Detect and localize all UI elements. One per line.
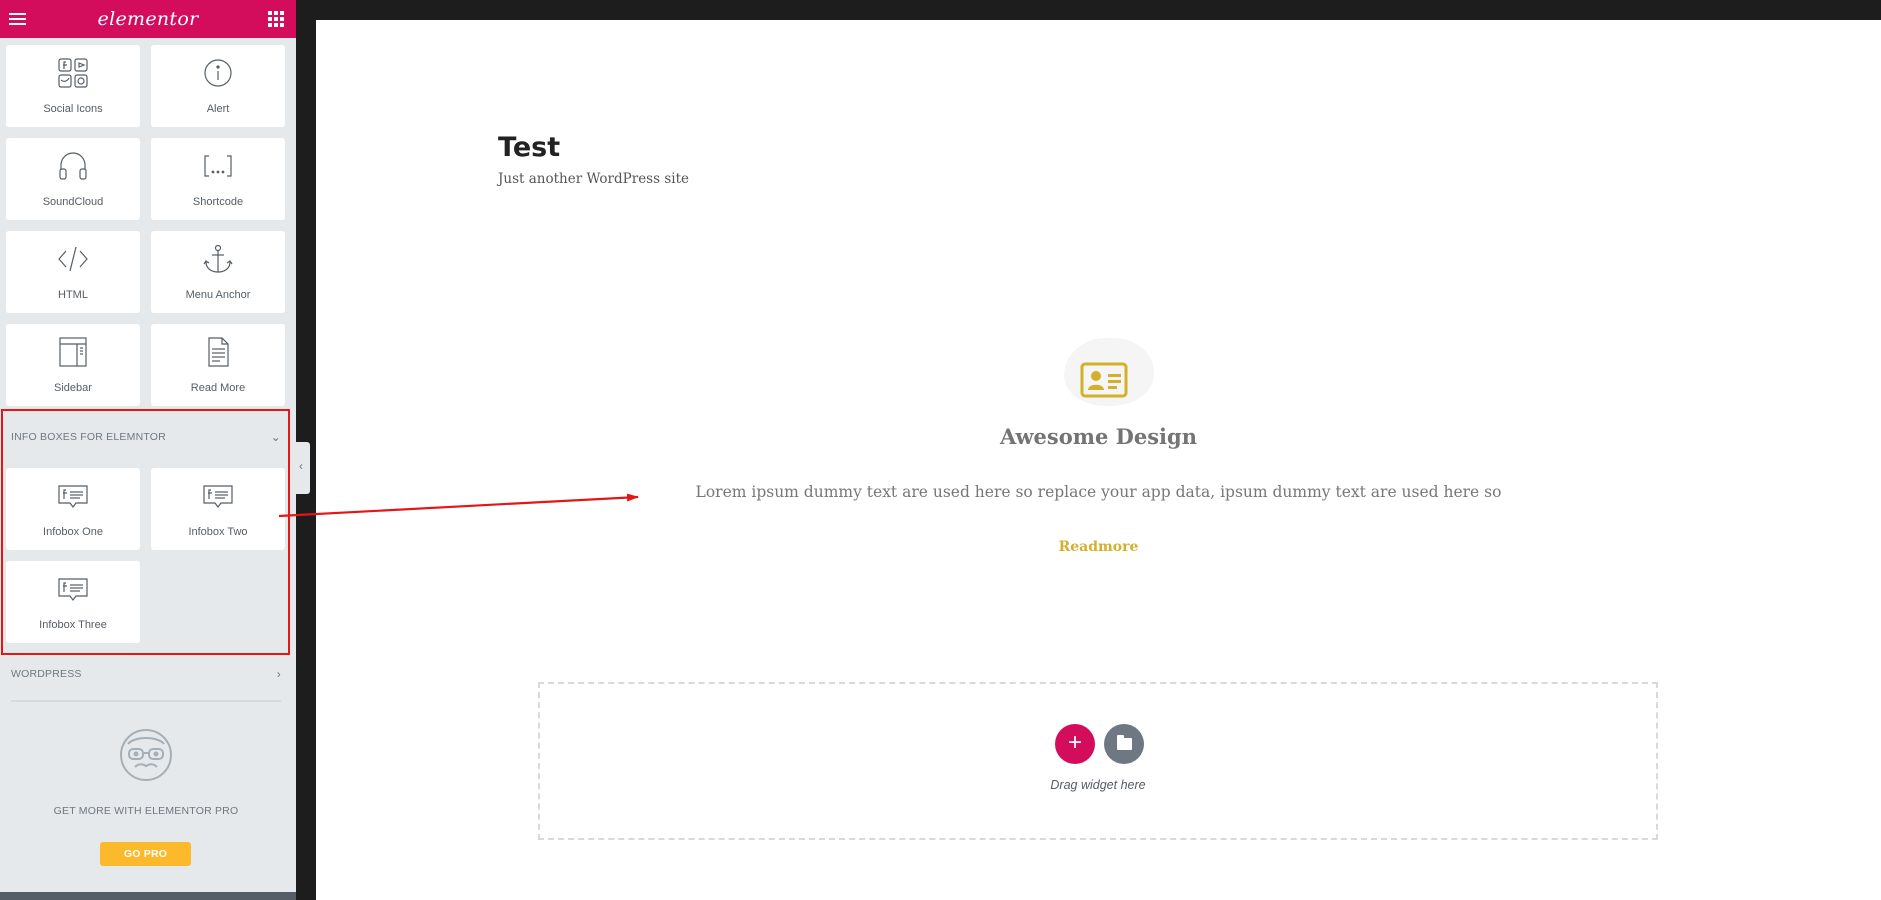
category-title: INFO BOXES FOR ELEMNTOR [11, 431, 166, 443]
social-icons-icon [56, 57, 90, 89]
collapse-panel-handle[interactable]: ‹ [296, 442, 310, 494]
widget-label: HTML [58, 289, 88, 301]
chevron-left-icon: ‹ [299, 459, 303, 473]
pro-promo-text: GET MORE WITH ELEMENTOR PRO [53, 805, 239, 817]
widget-read-more[interactable]: Read More [151, 324, 285, 406]
widget-label: Read More [190, 382, 246, 394]
panel-header: elementor [0, 0, 296, 38]
widget-menu-anchor[interactable]: Menu Anchor [151, 231, 285, 313]
apps-grid-icon[interactable] [268, 11, 284, 27]
nerd-face-icon [118, 727, 174, 783]
elementor-panel: elementor Social Icons Alert SoundCloud … [0, 0, 296, 900]
add-section-button[interactable]: + [1055, 724, 1095, 764]
infobox-readmore-link[interactable]: Readmore [316, 539, 1881, 555]
widget-label: Infobox Three [39, 619, 107, 631]
shortcode-brackets-icon [201, 150, 235, 182]
category-title: WORDPRESS [11, 668, 82, 680]
category-info-boxes-header[interactable]: INFO BOXES FOR ELEMNTOR ⌄ [11, 430, 281, 444]
site-title[interactable]: Test [498, 132, 560, 163]
widget-drop-zone[interactable]: + Drag widget here [538, 682, 1658, 840]
widget-soundcloud[interactable]: SoundCloud [6, 138, 140, 220]
widget-label: SoundCloud [42, 196, 104, 208]
info-circle-icon [201, 57, 235, 89]
category-wordpress-header[interactable]: WORDPRESS › [11, 667, 281, 681]
sidebar-layout-icon [56, 336, 90, 368]
code-icon [56, 243, 90, 275]
widget-label: Sidebar [54, 382, 92, 394]
widget-alert[interactable]: Alert [151, 45, 285, 127]
infobox-description: Lorem ipsum dummy text are used here so … [695, 483, 1502, 501]
widget-shortcode[interactable]: Shortcode [151, 138, 285, 220]
panel-footer [0, 892, 296, 900]
folder-icon [1117, 735, 1132, 750]
elementor-logo: elementor [97, 8, 199, 30]
widget-html[interactable]: HTML [6, 231, 140, 313]
widget-label: Social Icons [43, 103, 103, 115]
widget-infobox-two[interactable]: Infobox Two [151, 468, 285, 550]
widget-label: Infobox Two [188, 526, 248, 538]
id-card-icon [1080, 360, 1128, 400]
widget-label: Infobox One [43, 526, 103, 538]
infobox-icon [56, 480, 90, 512]
plus-icon: + [1067, 729, 1082, 756]
widget-label: Shortcode [192, 196, 244, 208]
widget-sidebar[interactable]: Sidebar [6, 324, 140, 406]
page-preview: Test Just another WordPress site Awesome… [316, 20, 1881, 900]
divider [11, 700, 281, 702]
headphones-icon [56, 150, 90, 182]
go-pro-button[interactable]: GO PRO [100, 842, 191, 866]
add-template-button[interactable] [1104, 724, 1144, 764]
document-icon [201, 336, 235, 368]
infobox-icon [56, 573, 90, 605]
widget-social-icons[interactable]: Social Icons [6, 45, 140, 127]
widget-label: Alert [206, 103, 230, 115]
site-tagline: Just another WordPress site [498, 171, 689, 187]
chevron-down-icon: ⌄ [270, 430, 281, 444]
anchor-icon [201, 243, 235, 275]
widget-label: Menu Anchor [185, 289, 251, 301]
infobox-icon [201, 480, 235, 512]
drop-zone-text: Drag widget here [1050, 778, 1146, 792]
chevron-right-icon: › [276, 667, 281, 681]
widget-infobox-one[interactable]: Infobox One [6, 468, 140, 550]
widget-infobox-three[interactable]: Infobox Three [6, 561, 140, 643]
infobox-title: Awesome Design [1000, 424, 1197, 449]
